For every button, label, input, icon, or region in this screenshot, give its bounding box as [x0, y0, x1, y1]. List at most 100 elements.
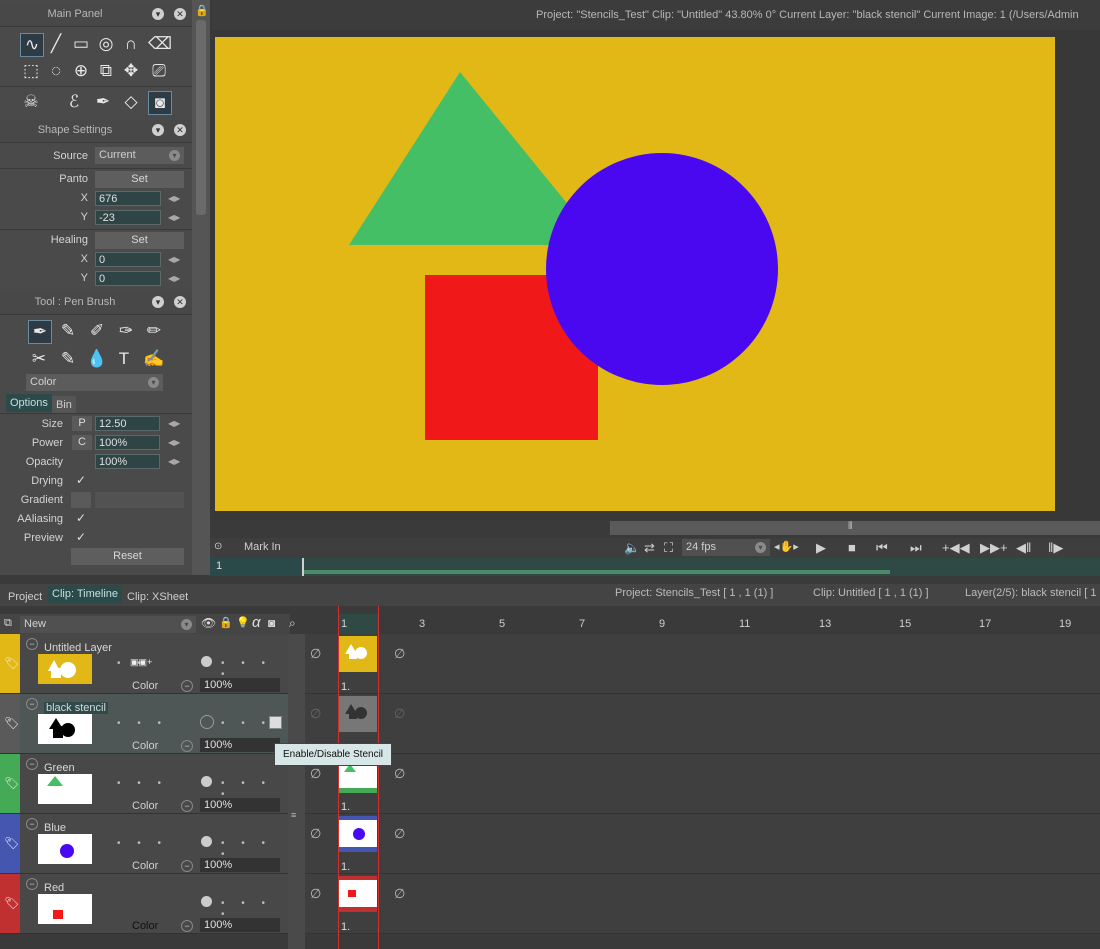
fill-drop-icon[interactable]: 💧 — [86, 348, 108, 370]
empty-cell-icon[interactable]: ∅ — [310, 766, 321, 782]
warp-tool-icon[interactable]: ℰ — [63, 91, 85, 113]
empty-cell-icon[interactable]: ∅ — [394, 886, 405, 902]
empty-cell-icon[interactable]: ∅ — [394, 826, 405, 842]
layer-name[interactable]: black stencil — [44, 702, 108, 714]
layer-opacity[interactable]: 100% — [200, 678, 280, 692]
tag-icon[interactable]: 🏷 — [4, 836, 19, 850]
frame-row[interactable] — [305, 874, 1100, 934]
zoom-icon[interactable]: ⌕ — [289, 616, 296, 631]
layer-flags[interactable]: • • • • — [221, 838, 288, 860]
canvas-scrollbar[interactable]: ⦀ — [610, 521, 1100, 535]
spin-icon[interactable]: ◀▶ — [168, 419, 180, 428]
prev-key-icon[interactable]: +◀◀ — [942, 540, 970, 556]
visibility-dot[interactable] — [201, 836, 212, 847]
spin-icon[interactable]: ◀▶ — [168, 438, 180, 447]
stencil-icon[interactable]: ◙ — [268, 616, 275, 630]
close-icon[interactable]: ✕ — [174, 296, 186, 308]
left-panel-scrollbar[interactable]: 🔒 — [192, 0, 210, 575]
frame-row[interactable] — [305, 634, 1100, 694]
marker-brush-icon[interactable]: ✎ — [57, 320, 79, 342]
close-icon[interactable]: ✕ — [174, 8, 186, 20]
camera-tool-icon[interactable]: ⎚ — [148, 60, 170, 82]
minus-icon[interactable]: − — [181, 800, 193, 812]
layer-name[interactable]: Red — [44, 882, 64, 894]
layer-flags[interactable]: • • • — [117, 778, 168, 789]
mark-icon[interactable]: ⊙ — [214, 541, 222, 552]
step-back-icon[interactable]: ◀‖ — [1016, 540, 1031, 556]
eye-icon[interactable]: 👁 — [201, 616, 216, 630]
empty-cell-icon[interactable]: ∅ — [394, 766, 405, 782]
minus-icon[interactable]: − — [181, 860, 193, 872]
healing-set-button[interactable]: Set — [95, 232, 184, 249]
layer-flags[interactable]: • • • — [117, 838, 168, 849]
collapse-icon[interactable]: ▾ — [152, 8, 164, 20]
layer-name[interactable]: Untitled Layer — [44, 642, 112, 654]
spin-icon[interactable]: ◀▶ — [168, 457, 180, 466]
collapse-icon[interactable]: − — [26, 818, 38, 830]
gradient-bar[interactable] — [95, 492, 184, 508]
step-forward-icon[interactable]: ‖▶ — [1048, 540, 1063, 556]
spin-icon[interactable]: ◀▶ — [168, 274, 180, 283]
rectangle-tool-icon[interactable]: ▭ — [70, 33, 92, 55]
exposure-cell[interactable] — [339, 696, 377, 732]
stencil-toggle[interactable] — [269, 716, 282, 729]
new-layer-icon[interactable]: ⧉ — [4, 617, 12, 630]
opacity-field[interactable]: 100% — [95, 454, 160, 469]
layer-opacity[interactable]: 100% — [200, 798, 280, 812]
layer-name[interactable]: Blue — [44, 822, 66, 834]
stop-icon[interactable]: ■ — [848, 540, 856, 555]
collapse-icon[interactable]: − — [26, 638, 38, 650]
layer-opacity[interactable]: 100% — [200, 918, 280, 932]
spin-icon[interactable]: ◀▶ — [168, 194, 180, 203]
layer-mode[interactable]: Color — [132, 680, 158, 692]
tab-project[interactable]: Project — [4, 588, 46, 606]
layer-flags[interactable]: • • • — [117, 718, 168, 729]
spin-icon[interactable]: ◀▶ — [168, 213, 180, 222]
source-select[interactable]: Current ▾ — [95, 147, 184, 164]
empty-cell-icon[interactable]: ∅ — [310, 706, 321, 722]
frame-row[interactable] — [305, 814, 1100, 874]
layer-flags[interactable]: • • • • — [221, 658, 288, 680]
pen-tool-icon[interactable]: ✒ — [92, 91, 114, 113]
healing-y-field[interactable]: 0 — [95, 271, 161, 286]
healing-x-field[interactable]: 0 — [95, 252, 161, 267]
tag-icon[interactable]: 🏷 — [4, 776, 19, 790]
visibility-dot[interactable] — [201, 776, 212, 787]
panto-set-button[interactable]: Set — [95, 171, 184, 188]
pan-tool-icon[interactable]: ✥ — [120, 60, 142, 82]
panto-y-field[interactable]: -23 — [95, 210, 161, 225]
shape-tool-icon[interactable]: ◇ — [120, 91, 142, 113]
layer-row[interactable]: 🏷 − Blue • • • • • • • Color − 100% — [0, 814, 288, 874]
fullscreen-icon[interactable]: ⛶ — [664, 540, 673, 556]
go-end-icon[interactable]: ⏭ — [910, 540, 922, 556]
crossed-brush-icon[interactable]: ✂ — [28, 348, 50, 370]
next-key-icon[interactable]: ▶▶+ — [980, 540, 1008, 556]
eraser-tool-icon[interactable]: ⌫ — [148, 33, 172, 55]
layer-row[interactable]: 🏷 − Untitled Layer • • ▣▣+ • • • • Color… — [0, 634, 288, 694]
exposure-cell[interactable] — [339, 876, 377, 912]
new-layer-select[interactable]: New ▾ — [20, 616, 196, 633]
size-pressure-toggle[interactable]: P — [72, 416, 92, 431]
layer-mode[interactable]: Color — [132, 800, 158, 812]
layer-opacity[interactable]: 100% — [200, 738, 280, 752]
gradient-swatch[interactable] — [71, 492, 91, 508]
aaliasing-checkbox[interactable]: ✓ — [76, 511, 86, 525]
layer-flags[interactable]: • • • — [221, 718, 272, 729]
layer-opacity[interactable]: 100% — [200, 858, 280, 872]
frame-field[interactable]: 1 — [210, 558, 304, 576]
visibility-dot[interactable] — [201, 896, 212, 907]
move-tool-icon[interactable]: ⊕ — [70, 60, 92, 82]
transform-tool-icon[interactable]: ⧉ — [95, 60, 117, 82]
tab-options[interactable]: Options — [6, 394, 52, 412]
layer-name[interactable]: Green — [44, 762, 75, 774]
layer-flags[interactable]: • • • • — [221, 898, 288, 920]
empty-cell-icon[interactable]: ∅ — [394, 706, 405, 722]
soft-brush-icon[interactable]: ✎ — [57, 348, 79, 370]
drawing-canvas[interactable] — [215, 37, 1055, 511]
layer-row[interactable]: 🏷 − Green • • • • • • • Color − 100% — [0, 754, 288, 814]
empty-cell-icon[interactable]: ∅ — [310, 886, 321, 902]
visibility-dot[interactable] — [201, 656, 212, 667]
collapse-icon[interactable]: − — [26, 878, 38, 890]
collapse-icon[interactable]: − — [26, 758, 38, 770]
exposure-cell[interactable] — [339, 816, 377, 852]
